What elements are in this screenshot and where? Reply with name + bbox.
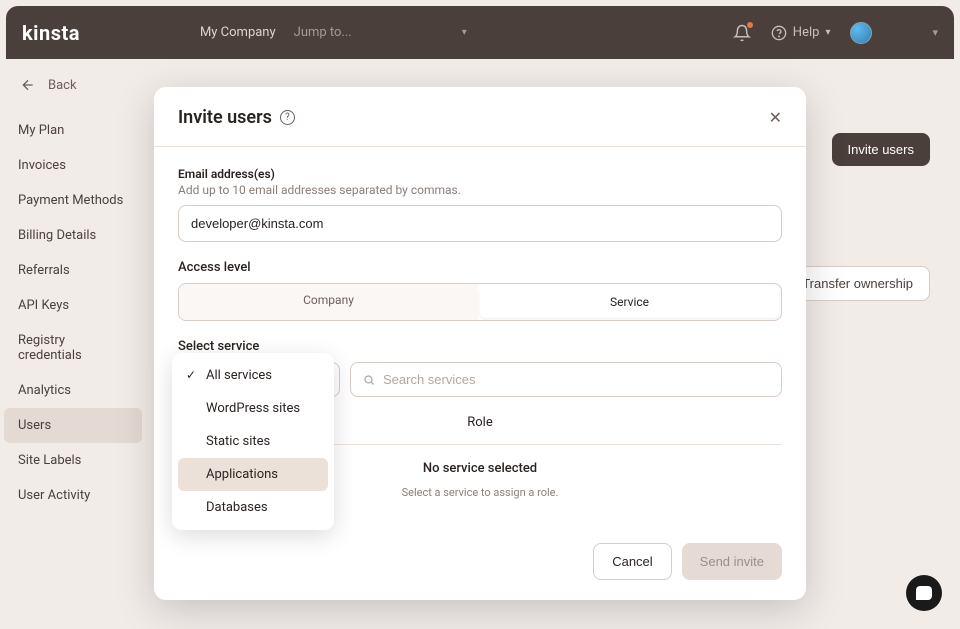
- email-help-text: Add up to 10 email addresses separated b…: [178, 183, 782, 197]
- cancel-button[interactable]: Cancel: [593, 543, 671, 580]
- send-invite-button[interactable]: Send invite: [682, 543, 782, 580]
- dropdown-item-databases[interactable]: Databases: [178, 491, 328, 524]
- email-field[interactable]: [178, 205, 782, 242]
- dropdown-item-static-sites[interactable]: Static sites: [178, 425, 328, 458]
- dropdown-item-all-services[interactable]: All services: [178, 359, 328, 392]
- access-level-label: Access level: [178, 260, 782, 275]
- email-label: Email address(es): [178, 167, 782, 181]
- help-icon[interactable]: ?: [280, 110, 295, 125]
- dropdown-item-applications[interactable]: Applications: [178, 458, 328, 491]
- search-services-field[interactable]: [350, 362, 782, 397]
- modal-title: Invite users: [178, 107, 272, 128]
- tab-company[interactable]: Company: [179, 284, 478, 320]
- close-icon[interactable]: ✕: [769, 108, 782, 127]
- access-level-segment: Company Service: [178, 283, 782, 321]
- tab-service[interactable]: Service: [480, 286, 779, 318]
- dropdown-item-wordpress-sites[interactable]: WordPress sites: [178, 392, 328, 425]
- search-icon: [363, 374, 375, 386]
- service-type-dropdown: All services WordPress sites Static site…: [172, 353, 334, 530]
- search-input[interactable]: [383, 372, 769, 387]
- chat-widget[interactable]: [906, 575, 942, 611]
- chat-icon: [916, 586, 932, 600]
- select-service-label: Select service: [178, 339, 782, 354]
